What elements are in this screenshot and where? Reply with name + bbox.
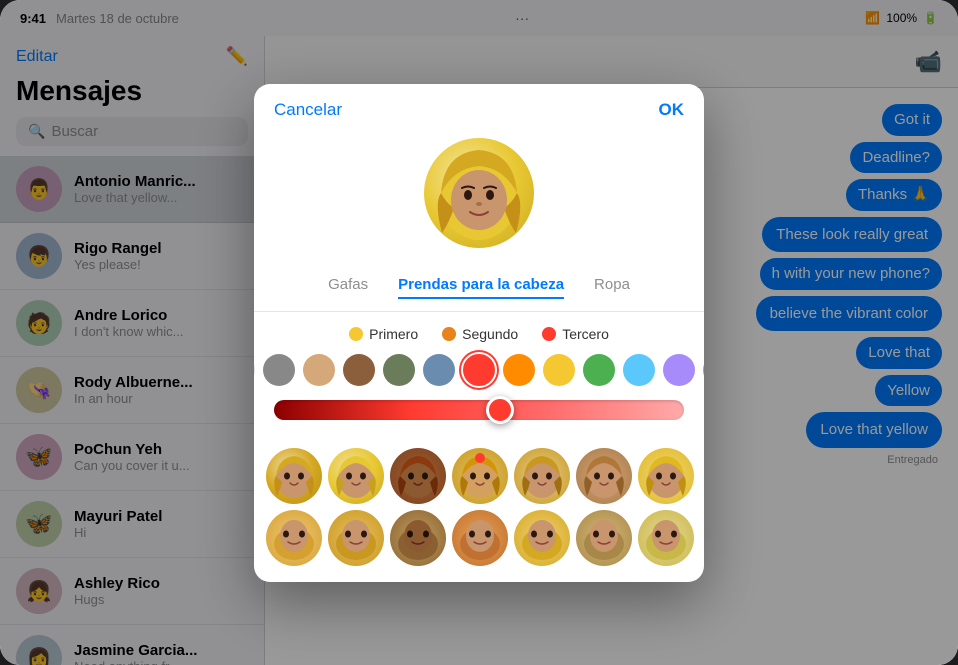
memoji-avatar-display	[424, 138, 534, 248]
swatch[interactable]	[303, 354, 335, 386]
memoji-option[interactable]	[452, 510, 508, 566]
memoji-option[interactable]	[576, 510, 632, 566]
memoji-option[interactable]	[576, 448, 632, 504]
tab-ropa[interactable]: Ropa	[594, 272, 630, 299]
swatch-selected[interactable]	[463, 354, 495, 386]
swatch[interactable]	[583, 354, 615, 386]
memoji-option[interactable]	[514, 510, 570, 566]
memoji-modal: Cancelar OK	[254, 84, 704, 582]
memoji-option[interactable]	[514, 448, 570, 504]
tab-gafas[interactable]: Gafas	[328, 272, 368, 299]
memoji-option[interactable]	[266, 448, 322, 504]
swatch[interactable]	[423, 354, 455, 386]
color-label-tercero: Tercero	[542, 326, 609, 342]
swatch[interactable]	[343, 354, 375, 386]
memoji-option[interactable]	[390, 510, 446, 566]
swatch[interactable]	[703, 354, 704, 386]
swatch[interactable]	[663, 354, 695, 386]
modal-overlay: Cancelar OK	[0, 0, 958, 665]
color-slider-container	[270, 400, 688, 420]
memoji-option[interactable]	[328, 510, 384, 566]
memoji-option[interactable]	[638, 510, 694, 566]
swatch[interactable]	[623, 354, 655, 386]
modal-navbar: Cancelar OK	[254, 84, 704, 128]
swatch[interactable]	[383, 354, 415, 386]
ok-button[interactable]: OK	[659, 100, 685, 120]
memoji-option[interactable]	[328, 448, 384, 504]
cancel-button[interactable]: Cancelar	[274, 100, 342, 120]
modal-tabs: Gafas Prendas para la cabeza Ropa	[254, 264, 704, 312]
tab-prendas[interactable]: Prendas para la cabeza	[398, 272, 564, 299]
color-label-segundo: Segundo	[442, 326, 518, 342]
swatch[interactable]	[254, 354, 255, 386]
memoji-option[interactable]	[266, 510, 322, 566]
memoji-preview	[254, 128, 704, 264]
swatch[interactable]	[263, 354, 295, 386]
memoji-option[interactable]	[638, 448, 694, 504]
color-label-primero: Primero	[349, 326, 418, 342]
color-labels: Primero Segundo Tercero	[270, 326, 688, 342]
color-slider-track[interactable]	[274, 400, 684, 420]
ipad-frame: 9:41 Martes 18 de octubre ··· 📶 100% 🔋 E…	[0, 0, 958, 665]
color-options: Primero Segundo Tercero	[254, 312, 704, 448]
color-swatches	[270, 354, 688, 386]
swatch[interactable]	[543, 354, 575, 386]
memoji-option[interactable]	[390, 448, 446, 504]
swatch[interactable]	[503, 354, 535, 386]
color-slider-thumb[interactable]	[486, 396, 514, 424]
memoji-option[interactable]	[452, 448, 508, 504]
